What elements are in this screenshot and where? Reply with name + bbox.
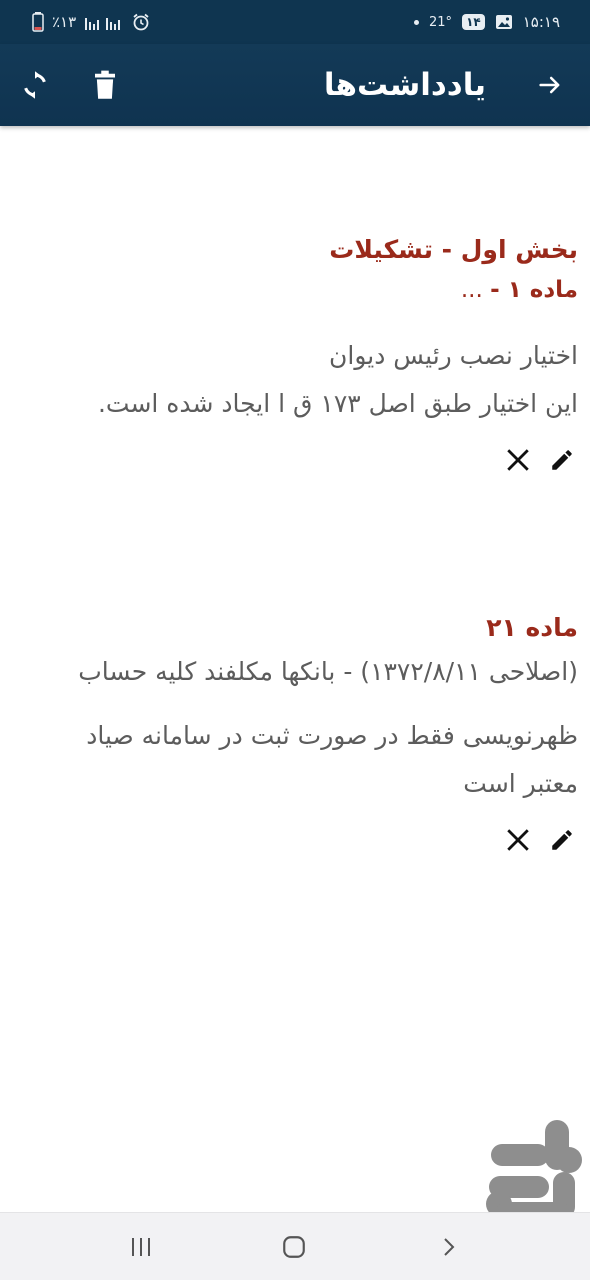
note-intro: (اصلاحی ۱۳۷۲/۸/۱۱) - بانکها مکلفند کلیه … [78, 657, 578, 686]
close-icon [507, 829, 529, 851]
temperature: 21° [429, 14, 453, 30]
page-title: یادداشت‌ها [323, 67, 486, 103]
note-card: بخش اول - تشکیلات ماده ۱ - ... اختیار نص… [0, 230, 590, 482]
home-icon [283, 1236, 305, 1258]
edit-button[interactable] [540, 818, 584, 862]
note-card: ماده ۲۱ (اصلاحی ۱۳۷۲/۸/۱۱) - بانکها مکلف… [0, 608, 590, 862]
close-icon [507, 449, 529, 471]
nav-back-button[interactable] [424, 1223, 472, 1271]
system-nav-bar [0, 1212, 590, 1280]
delete-all-button[interactable] [81, 61, 129, 109]
status-bar: ٪۱۳ 21° ۱۴ ۱۵:۱۹ [0, 0, 590, 44]
refresh-button[interactable] [11, 61, 59, 109]
note-subheading-text: ماده ۱ - [490, 277, 578, 303]
battery-icon [32, 12, 44, 32]
nav-back-icon [444, 1238, 455, 1256]
recent-apps-icon [132, 1238, 150, 1256]
delete-note-button[interactable] [496, 818, 540, 862]
recent-apps-button[interactable] [117, 1223, 165, 1271]
image-icon [495, 15, 512, 29]
pencil-icon [552, 830, 572, 850]
pencil-icon [552, 450, 572, 470]
edit-button[interactable] [540, 438, 584, 482]
delete-note-button[interactable] [496, 438, 540, 482]
clock: ۱۵:۱۹ [522, 13, 560, 31]
status-left: ٪۱۳ [32, 10, 150, 34]
trash-icon [95, 70, 115, 99]
back-button[interactable] [526, 61, 574, 109]
status-badge: ۱۴ [462, 14, 485, 30]
signal-icon [85, 18, 121, 30]
note-actions [0, 438, 590, 482]
status-right: 21° ۱۴ ۱۵:۱۹ [414, 10, 560, 34]
alarm-icon [133, 13, 149, 31]
refresh-icon [24, 71, 46, 99]
note-body-line: این اختیار طبق اصل ۱۷۳ ق ا ایجاد شده است… [97, 389, 578, 418]
note-heading: بخش اول - تشکیلات [329, 235, 578, 264]
app-bar: یادداشت‌ها [0, 44, 590, 126]
note-body-line: اختیار نصب رئیس دیوان [329, 341, 578, 370]
note-subheading: ماده ۱ - ... [0, 270, 590, 310]
note-actions [0, 818, 590, 862]
battery-percent: ٪۱۳ [52, 13, 77, 31]
note-body-line: معتبر است [463, 769, 578, 798]
note-body-line: ظهرنویسی فقط در صورت ثبت در سامانه صیاد [86, 721, 578, 750]
arrow-right-icon [539, 76, 560, 94]
note-subheading-ellipsis: ... [460, 277, 491, 303]
notification-dot [414, 19, 420, 25]
home-button[interactable] [270, 1223, 318, 1271]
note-heading: ماده ۲۱ [486, 613, 578, 642]
